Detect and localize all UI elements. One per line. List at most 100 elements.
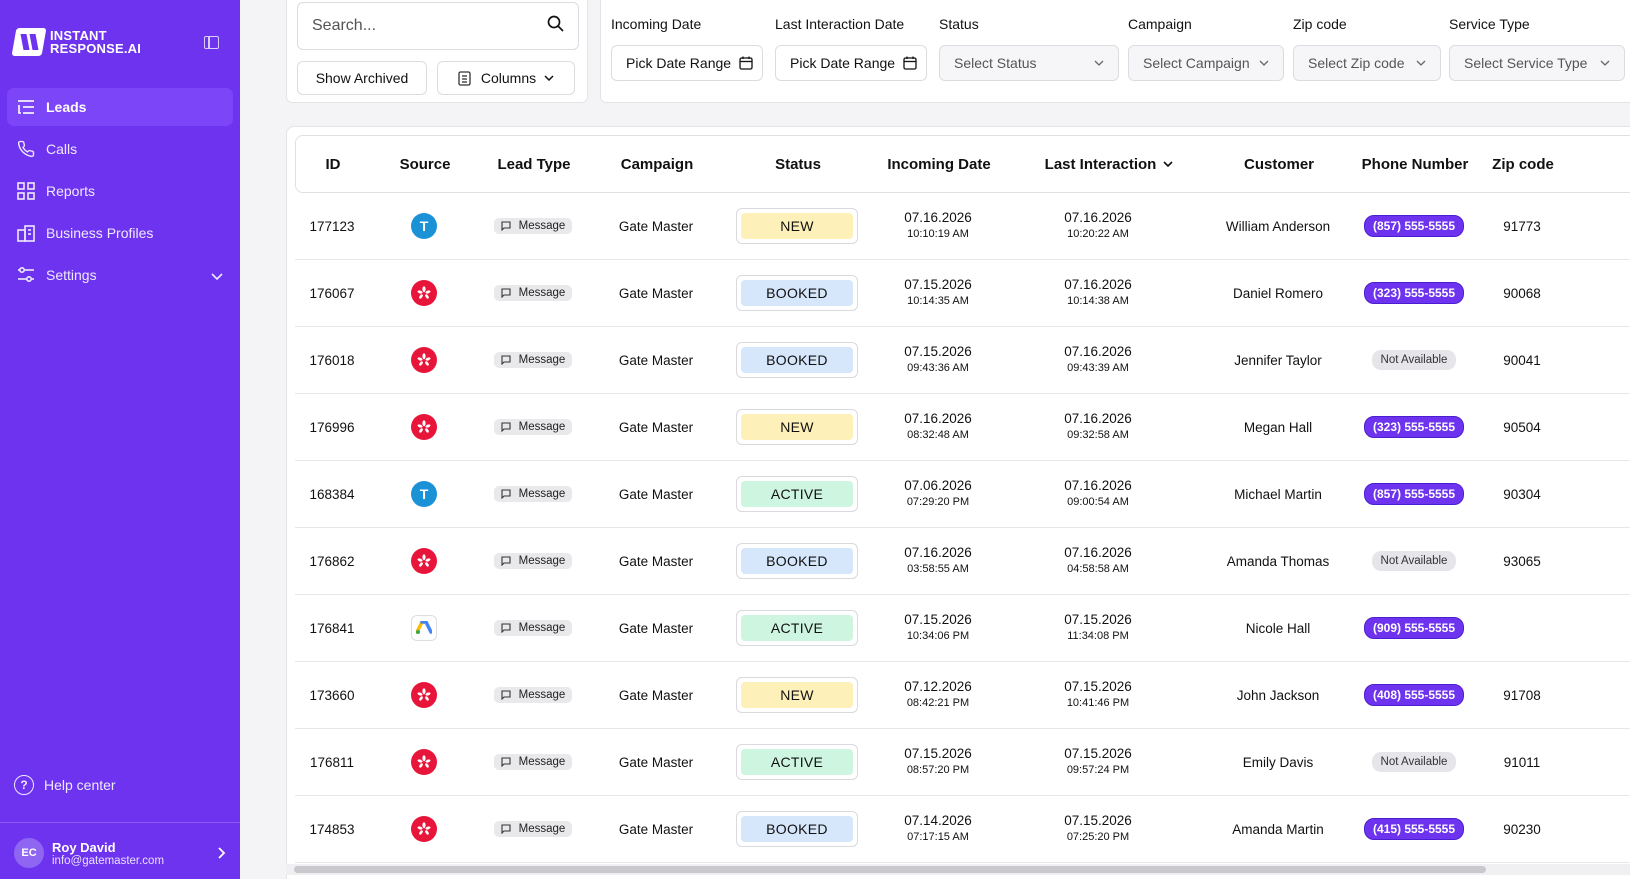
table-row[interactable]: 176862 Message Gate Master BOOKED 07.16.… (295, 528, 1630, 595)
status-badge-label: NEW (741, 682, 853, 708)
cell-campaign: Gate Master (618, 218, 694, 234)
cell-incoming-date: 07.06.2026 07:29:20 PM (873, 461, 1003, 527)
column-header-phone-number[interactable]: Phone Number (1352, 136, 1478, 192)
sidebar-item-reports[interactable]: Reports (7, 172, 233, 210)
column-header-incoming-date[interactable]: Incoming Date (874, 136, 1004, 192)
lead-type-label: Message (518, 823, 566, 835)
logo-line-2: RESPONSE.AI (50, 41, 142, 56)
chevron-down-icon (211, 268, 223, 284)
status-badge[interactable]: ACTIVE (736, 610, 858, 646)
cell-source (379, 595, 469, 661)
user-profile[interactable]: EC Roy David info@gatemaster.com (14, 838, 226, 868)
phone-number-badge[interactable]: (323) 555-5555 (1363, 282, 1465, 304)
status-badge[interactable]: BOOKED (736, 275, 858, 311)
cell-lead-type: Message (483, 327, 583, 393)
message-icon (501, 623, 515, 633)
status-badge[interactable]: NEW (736, 409, 858, 445)
status-badge[interactable]: NEW (736, 208, 858, 244)
last-interaction-time: 09:43:39 AM (1067, 362, 1129, 374)
incoming-date: 07.16.2026 (904, 210, 972, 225)
cell-phone-number: Not Available (1351, 729, 1477, 795)
search-box[interactable] (297, 2, 579, 50)
phone-number-badge[interactable]: (408) 555-5555 (1363, 684, 1465, 706)
status-badge-label: BOOKED (741, 280, 853, 306)
phone-number-badge[interactable]: (323) 555-5555 (1363, 416, 1465, 438)
table-row[interactable]: 173660 Message Gate Master NEW 07.12.202… (295, 662, 1630, 729)
column-header-last-interaction[interactable]: Last Interaction (1034, 136, 1184, 192)
status-badge[interactable]: BOOKED (736, 543, 858, 579)
incoming-date: 07.16.2026 (904, 545, 972, 560)
column-header-zip-code[interactable]: Zip code (1486, 136, 1560, 192)
cell-last-interaction: 07.16.2026 09:32:58 AM (1033, 394, 1163, 460)
cell-incoming-date: 07.15.2026 10:14:35 AM (873, 260, 1003, 326)
status-badge[interactable]: ACTIVE (736, 476, 858, 512)
cell-incoming-date: 07.15.2026 08:57:20 PM (873, 729, 1003, 795)
table-row[interactable]: 174853 Message Gate Master BOOKED 07.14.… (295, 796, 1630, 863)
campaign-select[interactable]: Select Campaign (1128, 45, 1284, 81)
table-row[interactable]: 176067 Message Gate Master BOOKED 07.15.… (295, 260, 1630, 327)
status-select[interactable]: Select Status (939, 45, 1119, 81)
phone-number-badge[interactable]: (909) 555-5555 (1363, 617, 1465, 639)
status-badge[interactable]: BOOKED (736, 811, 858, 847)
cell-source: T (379, 461, 469, 527)
table-row[interactable]: 176841 Message Gate Master ACTIVE 07.15.… (295, 595, 1630, 662)
columns-button[interactable]: Columns (437, 61, 575, 95)
table-row[interactable]: 177123 T Message Gate Master NEW 07.16.2… (295, 193, 1630, 260)
column-header-campaign[interactable]: Campaign (602, 136, 712, 192)
column-header-id[interactable]: ID (296, 136, 370, 192)
search-input[interactable] (312, 17, 547, 35)
cell-id: 176811 (309, 754, 355, 770)
column-header-source[interactable]: Source (380, 136, 470, 192)
horizontal-scrollbar[interactable] (294, 866, 1486, 873)
search-icon[interactable] (547, 15, 564, 37)
status-select-value: Select Status (954, 55, 1037, 71)
lead-type-chip: Message (493, 620, 573, 636)
sidebar-collapse-icon[interactable] (204, 36, 219, 49)
cell-campaign: Gate Master (618, 486, 694, 502)
incoming-time: 08:42:21 PM (906, 697, 970, 709)
incoming-date-picker[interactable]: Pick Date Range (611, 45, 763, 81)
cell-customer: Amanda Martin (1232, 821, 1324, 837)
lead-type-label: Message (518, 756, 566, 768)
column-header-lead-type[interactable]: Lead Type (484, 136, 584, 192)
cell-source (379, 729, 469, 795)
sidebar-item-leads[interactable]: Leads (7, 88, 233, 126)
status-badge-label: ACTIVE (741, 749, 853, 775)
cell-lead-type: Message (483, 662, 583, 728)
column-header-status[interactable]: Status (736, 136, 860, 192)
column-header-customer[interactable]: Customer (1214, 136, 1344, 192)
phone-number-badge[interactable]: (857) 555-5555 (1363, 483, 1465, 505)
last-interaction-date-picker[interactable]: Pick Date Range (775, 45, 927, 81)
filter-panel: Incoming Date Pick Date Range Last Inter… (600, 0, 1630, 103)
help-center-link[interactable]: ? Help center (14, 775, 116, 795)
phone-number-badge[interactable]: (857) 555-5555 (1363, 215, 1465, 237)
status-badge[interactable]: ACTIVE (736, 744, 858, 780)
cell-zip-code: 90041 (1503, 352, 1541, 368)
table-row[interactable]: 176996 Message Gate Master NEW 07.16.202… (295, 394, 1630, 461)
search-panel: Show Archived Columns (286, 0, 588, 103)
chevron-right-icon[interactable] (218, 846, 226, 864)
status-badge[interactable]: NEW (736, 677, 858, 713)
table-row[interactable]: 168384 T Message Gate Master ACTIVE 07.0… (295, 461, 1630, 528)
cell-customer: Emily Davis (1242, 754, 1314, 770)
message-icon (501, 288, 515, 298)
show-archived-button[interactable]: Show Archived (297, 61, 427, 95)
logo[interactable]: INSTANT RESPONSE.AI (11, 28, 142, 56)
zip-code-select[interactable]: Select Zip code (1293, 45, 1441, 81)
table-row[interactable]: 176018 Message Gate Master BOOKED 07.15.… (295, 327, 1630, 394)
incoming-date-value: Pick Date Range (626, 55, 732, 71)
status-label: Status (939, 16, 979, 32)
sidebar-item-calls[interactable]: Calls (7, 130, 233, 168)
service-type-select[interactable]: Select Service Type (1449, 45, 1625, 81)
cell-id: 176067 (309, 285, 355, 301)
status-badge[interactable]: BOOKED (736, 342, 858, 378)
phone-number-badge[interactable]: (415) 555-5555 (1363, 818, 1465, 840)
table-row[interactable]: 176811 Message Gate Master ACTIVE 07.15.… (295, 729, 1630, 796)
status-badge-label: NEW (741, 414, 853, 440)
lead-type-chip: Message (493, 553, 573, 569)
sidebar-item-business-profiles[interactable]: Business Profiles (7, 214, 233, 252)
sidebar-item-settings[interactable]: Settings (7, 256, 233, 294)
calendar-icon (739, 56, 753, 70)
main-content: Show Archived Columns Incoming Date Pick… (240, 0, 1630, 879)
last-interaction-time: 11:34:08 PM (1067, 630, 1129, 642)
